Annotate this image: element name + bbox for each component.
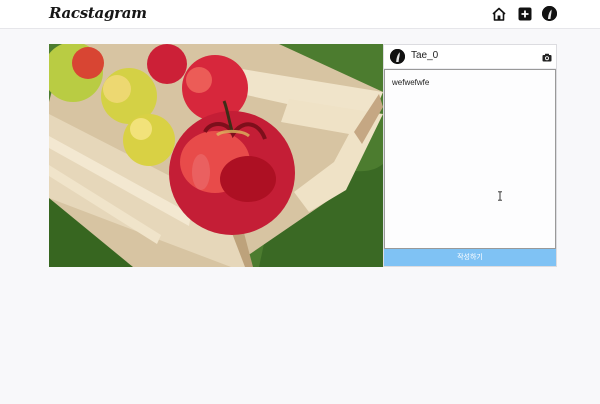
add-post-icon[interactable]: [517, 6, 533, 22]
profile-avatar-image: [542, 6, 557, 21]
caption-textarea[interactable]: [384, 69, 556, 249]
profile-avatar[interactable]: [542, 6, 557, 21]
submit-post-button[interactable]: 작성하기: [384, 249, 556, 266]
post-photo: [49, 44, 383, 267]
author-username: Tae_0: [411, 50, 439, 61]
author-header: Tae_0: [384, 45, 556, 69]
post-editor-card: Tae_0 작성하기: [49, 44, 557, 267]
top-navigation-bar: Racstagram: [0, 0, 600, 29]
author-avatar: [390, 49, 405, 64]
post-form-panel: Tae_0 작성하기: [383, 44, 557, 267]
apple-photo: [49, 44, 383, 267]
home-icon[interactable]: [491, 6, 507, 22]
camera-icon[interactable]: [542, 53, 552, 62]
app-logo[interactable]: Racstagram: [49, 4, 147, 22]
author-avatar-image: [390, 49, 405, 64]
text-cursor-icon: [498, 191, 502, 201]
